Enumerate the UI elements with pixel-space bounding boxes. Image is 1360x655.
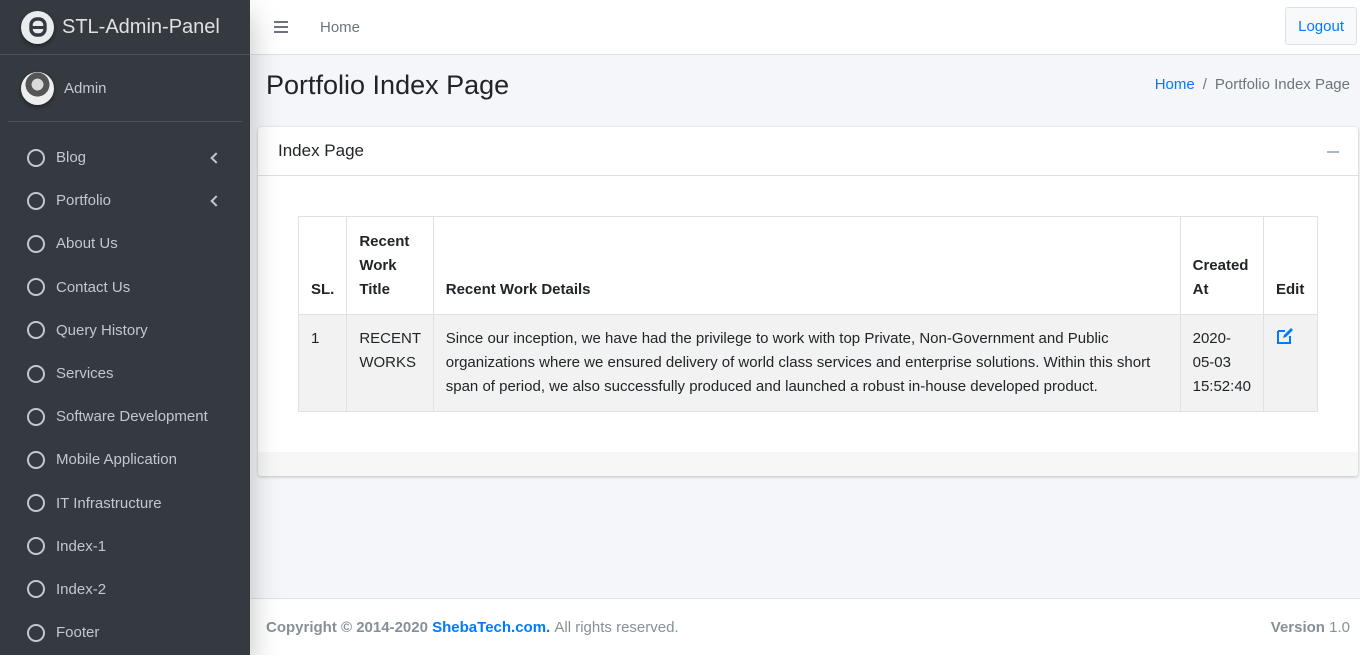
logout-button[interactable]: Logout <box>1285 7 1357 45</box>
collapse-minus-icon[interactable] <box>1327 151 1339 153</box>
circle-icon <box>27 278 45 297</box>
sidebar-item-footer[interactable]: Footer <box>8 611 242 654</box>
column-header-edit: Edit <box>1263 216 1318 315</box>
user-panel[interactable]: Admin <box>8 55 242 122</box>
column-header-created-at: Created At <box>1179 216 1265 315</box>
sidebar-item-blog[interactable]: Blog <box>8 136 242 179</box>
sidebar-item-label: Contact Us <box>56 278 131 296</box>
card-header: Index Page <box>258 127 1358 176</box>
breadcrumb-home-link[interactable]: Home <box>1155 76 1195 93</box>
circle-icon <box>27 407 45 426</box>
page-footer: Copyright © 2014-2020 ShebaTech.com. All… <box>250 598 1360 655</box>
table-header-row: SL. Recent Work Title Recent Work Detail… <box>297 216 1318 315</box>
cell-details: Since our inception, we have had the pri… <box>432 314 1181 412</box>
sidebar-item-about-us[interactable]: About Us <box>8 222 242 265</box>
sidebar-item-label: About Us <box>56 235 118 253</box>
sidebar-item-label: Index-2 <box>56 580 107 598</box>
sidebar-item-label: Software Development <box>56 408 208 426</box>
sidebar-item-index-1[interactable]: Index-1 <box>8 525 242 568</box>
circle-icon <box>27 148 45 167</box>
cell-sl: 1 <box>297 314 348 412</box>
top-navbar: Home Logout <box>250 0 1360 55</box>
column-header-details: Recent Work Details <box>432 216 1181 315</box>
footer-version: Version 1.0 <box>1271 619 1350 636</box>
avatar <box>21 71 54 105</box>
card-title: Index Page <box>278 141 365 160</box>
sidebar-item-services[interactable]: Services <box>8 352 242 395</box>
circle-icon <box>27 450 45 469</box>
sidebar-item-label: Blog <box>56 149 87 167</box>
footer-rights: All rights reserved. <box>554 618 679 636</box>
circle-icon <box>27 623 45 642</box>
circle-icon <box>27 580 45 599</box>
footer-copyright: Copyright © 2014-2020 <box>266 618 428 636</box>
circle-icon <box>27 537 45 556</box>
footer-version-number: 1.0 <box>1329 618 1350 636</box>
brand-name: STL-Admin-Panel <box>62 15 220 38</box>
card-body: SL. Recent Work Title Recent Work Detail… <box>258 176 1358 452</box>
breadcrumb: Home / Portfolio Index Page <box>1155 76 1350 93</box>
sidebar-nav: Blog Portfolio About Us Contact Us Query… <box>0 136 250 654</box>
cell-title: RECENT WORKS <box>346 314 434 412</box>
circle-icon <box>27 364 45 383</box>
page-title: Portfolio Index Page <box>266 70 510 100</box>
brand-link[interactable]: STL-Admin-Panel <box>0 0 250 55</box>
sidebar-item-query-history[interactable]: Query History <box>8 309 242 352</box>
cell-edit <box>1263 314 1318 412</box>
hamburger-menu-icon[interactable] <box>274 21 288 33</box>
portfolio-table: SL. Recent Work Title Recent Work Detail… <box>297 216 1318 412</box>
sidebar: STL-Admin-Panel Admin Blog Portfolio Abo… <box>0 0 250 655</box>
chevron-left-icon <box>210 195 222 207</box>
index-card: Index Page SL. Recent Work Title Recent … <box>258 127 1358 476</box>
circle-icon <box>27 321 45 340</box>
card-footer <box>258 452 1358 476</box>
edit-icon[interactable] <box>1276 327 1294 345</box>
sidebar-item-index-2[interactable]: Index-2 <box>8 568 242 611</box>
sidebar-item-label: Services <box>56 365 114 383</box>
sidebar-item-label: Footer <box>56 624 100 642</box>
circle-icon <box>27 234 45 253</box>
user-name: Admin <box>64 79 107 97</box>
cell-created-at: 2020-05-03 15:52:40 <box>1179 314 1265 412</box>
column-header-title: Recent Work Title <box>346 216 434 315</box>
footer-version-label: Version <box>1270 618 1325 636</box>
breadcrumb-current: Portfolio Index Page <box>1214 76 1350 93</box>
sidebar-item-portfolio[interactable]: Portfolio <box>8 179 242 222</box>
sidebar-item-label: IT Infrastructure <box>56 494 162 512</box>
circle-icon <box>27 494 45 513</box>
table-row: 1 RECENT WORKS Since our inception, we h… <box>297 314 1318 412</box>
sidebar-item-mobile-application[interactable]: Mobile Application <box>8 438 242 481</box>
navbar-home-link[interactable]: Home <box>320 19 360 36</box>
sidebar-item-label: Mobile Application <box>56 451 177 469</box>
column-header-sl: SL. <box>297 216 348 315</box>
chevron-left-icon <box>210 151 222 164</box>
brand-logo-icon <box>21 10 54 44</box>
circle-icon <box>27 191 45 210</box>
sidebar-item-software-development[interactable]: Software Development <box>8 395 242 438</box>
breadcrumb-separator: / <box>1202 76 1207 93</box>
sidebar-item-label: Query History <box>56 321 148 339</box>
sidebar-item-it-infrastructure[interactable]: IT Infrastructure <box>8 482 242 525</box>
sidebar-item-label: Portfolio <box>56 192 112 210</box>
footer-brand-link[interactable]: ShebaTech.com. <box>432 619 550 636</box>
sidebar-item-contact-us[interactable]: Contact Us <box>8 266 242 309</box>
sidebar-item-label: Index-1 <box>56 537 107 555</box>
